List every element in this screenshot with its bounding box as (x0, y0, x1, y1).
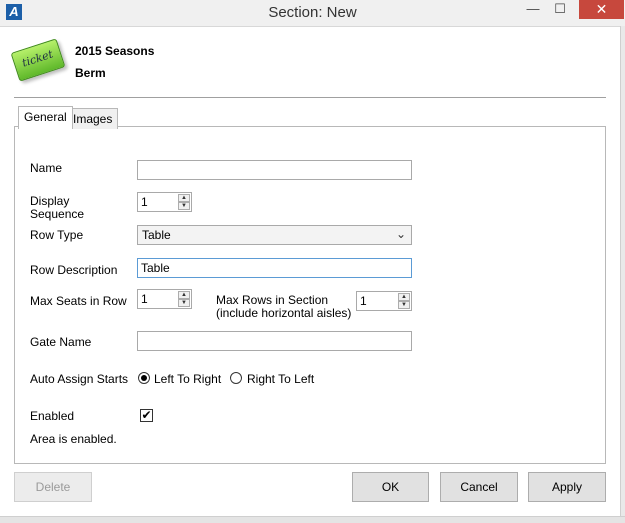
max-rows-stepper[interactable]: 1 ▲ ▼ (356, 291, 412, 311)
spin-down-icon[interactable]: ▼ (178, 299, 190, 307)
left-to-right-label[interactable]: Left To Right (154, 372, 221, 386)
minimize-button[interactable]: — (521, 0, 545, 20)
row-description-input[interactable]: Table (137, 258, 412, 278)
spin-up-icon[interactable]: ▲ (178, 291, 190, 299)
spin-down-icon[interactable]: ▼ (178, 202, 190, 210)
close-button[interactable]: ✕ (579, 0, 624, 19)
max-seats-value[interactable]: 1 (141, 292, 148, 306)
display-sequence-stepper[interactable]: 1 ▲ ▼ (137, 192, 192, 212)
max-seats-stepper[interactable]: 1 ▲ ▼ (137, 289, 192, 309)
ticket-icon-text: ticket (20, 47, 55, 70)
row-type-selected: Table (142, 228, 171, 242)
row-type-select[interactable]: Table ⌄ (137, 225, 412, 245)
gate-name-input[interactable] (137, 331, 412, 351)
right-to-left-label[interactable]: Right To Left (247, 372, 314, 386)
maximize-button[interactable]: ☐ (548, 0, 572, 20)
max-seats-label: Max Seats in Row (30, 294, 127, 308)
max-rows-label-line1: Max Rows in Section (216, 293, 329, 307)
right-to-left-radio[interactable] (230, 372, 242, 384)
ok-button[interactable]: OK (352, 472, 429, 502)
gate-name-label: Gate Name (30, 335, 92, 349)
ticket-icon: ticket (10, 38, 66, 82)
cancel-button[interactable]: Cancel (440, 472, 518, 502)
auto-assign-label: Auto Assign Starts (30, 372, 129, 386)
display-sequence-value[interactable]: 1 (141, 195, 148, 209)
max-rows-label-line2: (include horizontal aisles) (216, 306, 352, 320)
apply-button[interactable]: Apply (528, 472, 606, 502)
enabled-label: Enabled (30, 409, 75, 423)
row-description-label: Row Description (30, 263, 118, 277)
max-rows-value[interactable]: 1 (360, 294, 367, 308)
display-sequence-label-line2: Sequence (30, 207, 85, 221)
spin-up-icon[interactable]: ▲ (398, 293, 410, 301)
chevron-down-icon[interactable]: ⌄ (396, 227, 406, 241)
spin-down-icon[interactable]: ▼ (398, 301, 410, 309)
enabled-checkbox[interactable]: ✔ (140, 409, 153, 422)
spin-up-icon[interactable]: ▲ (178, 194, 190, 202)
season-title: 2015 Seasons (75, 44, 155, 58)
header-separator (14, 97, 606, 99)
status-text: Area is enabled. (30, 432, 117, 446)
name-label: Name (30, 161, 63, 175)
name-input[interactable] (137, 160, 412, 180)
display-sequence-label-line1: Display (30, 194, 70, 208)
left-to-right-radio[interactable] (138, 372, 150, 384)
tab-images[interactable]: Images (67, 108, 119, 129)
area-title: Berm (75, 66, 106, 80)
row-type-label: Row Type (30, 228, 84, 242)
tab-general[interactable]: General (18, 106, 73, 129)
window-frame-edge (620, 26, 625, 522)
delete-button[interactable]: Delete (14, 472, 92, 502)
